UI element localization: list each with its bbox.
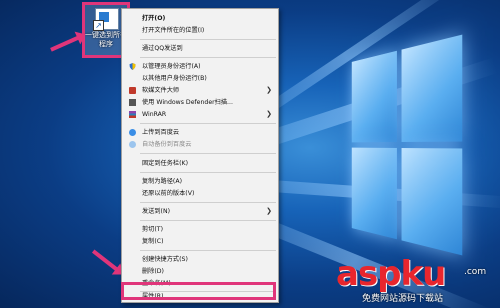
menu-separator bbox=[140, 220, 276, 221]
menu-separator bbox=[140, 202, 276, 203]
menu-item-send-qq[interactable]: 通过QQ发送到 bbox=[122, 43, 278, 54]
menu-item-ruanmei[interactable]: 软媒文件大师 ❯ bbox=[122, 85, 278, 96]
submenu-arrow-icon: ❯ bbox=[266, 207, 272, 215]
shield-icon bbox=[129, 63, 136, 70]
watermark: aspku .com 免费网站源码下载站 bbox=[336, 255, 500, 305]
menu-item-send-to[interactable]: 发送到(N) ❯ bbox=[122, 206, 278, 217]
menu-item-auto-backup-baidu[interactable]: 自动备份到百度云 bbox=[122, 139, 278, 150]
menu-item-open[interactable]: 打开(O) bbox=[122, 13, 278, 24]
menu-item-create-shortcut[interactable]: 创建快捷方式(S) bbox=[122, 254, 278, 265]
watermark-tld: .com bbox=[464, 267, 487, 277]
menu-item-copy-as-path[interactable]: 复制为路径(A) bbox=[122, 176, 278, 187]
winrar-icon bbox=[129, 111, 136, 118]
baidu-cloud-icon bbox=[129, 129, 136, 136]
menu-item-cut[interactable]: 剪切(T) bbox=[122, 224, 278, 235]
shortcut-arrow-icon: ↗ bbox=[93, 20, 104, 31]
menu-item-defender-scan[interactable]: 使用 Windows Defender扫描... bbox=[122, 97, 278, 108]
menu-item-delete[interactable]: 删除(D) bbox=[122, 266, 278, 277]
menu-item-open-location[interactable]: 打开文件所在的位置(I) bbox=[122, 25, 278, 36]
menu-item-restore-versions[interactable]: 还原以前的版本(V) bbox=[122, 188, 278, 199]
defender-icon bbox=[129, 99, 136, 106]
menu-separator bbox=[140, 123, 276, 124]
watermark-logo: aspku bbox=[336, 254, 446, 294]
menu-item-upload-baidu[interactable]: 上传到百度云 bbox=[122, 127, 278, 138]
highlight-box bbox=[121, 282, 276, 300]
watermark-caption: 免费网站源码下载站 bbox=[362, 294, 444, 304]
menu-item-pin-taskbar[interactable]: 固定到任务栏(K) bbox=[122, 158, 278, 169]
menu-separator bbox=[140, 57, 276, 58]
tool-icon bbox=[129, 87, 136, 94]
menu-item-run-as-admin[interactable]: 以管理员身份运行(A) bbox=[122, 61, 278, 72]
menu-separator bbox=[140, 250, 276, 251]
context-menu: 打开(O) 打开文件所在的位置(I) 通过QQ发送到 以管理员身份运行(A) 以… bbox=[121, 8, 279, 303]
windows-logo bbox=[351, 34, 465, 256]
menu-item-run-as-other[interactable]: 以其他用户身份运行(B) bbox=[122, 73, 278, 84]
baidu-cloud-icon bbox=[129, 141, 136, 148]
menu-separator bbox=[140, 153, 276, 154]
menu-separator bbox=[140, 172, 276, 173]
submenu-arrow-icon: ❯ bbox=[266, 86, 272, 94]
menu-separator bbox=[140, 39, 276, 40]
menu-item-winrar[interactable]: WinRAR ❯ bbox=[122, 109, 278, 120]
submenu-arrow-icon: ❯ bbox=[266, 110, 272, 118]
menu-item-copy[interactable]: 复制(C) bbox=[122, 236, 278, 247]
